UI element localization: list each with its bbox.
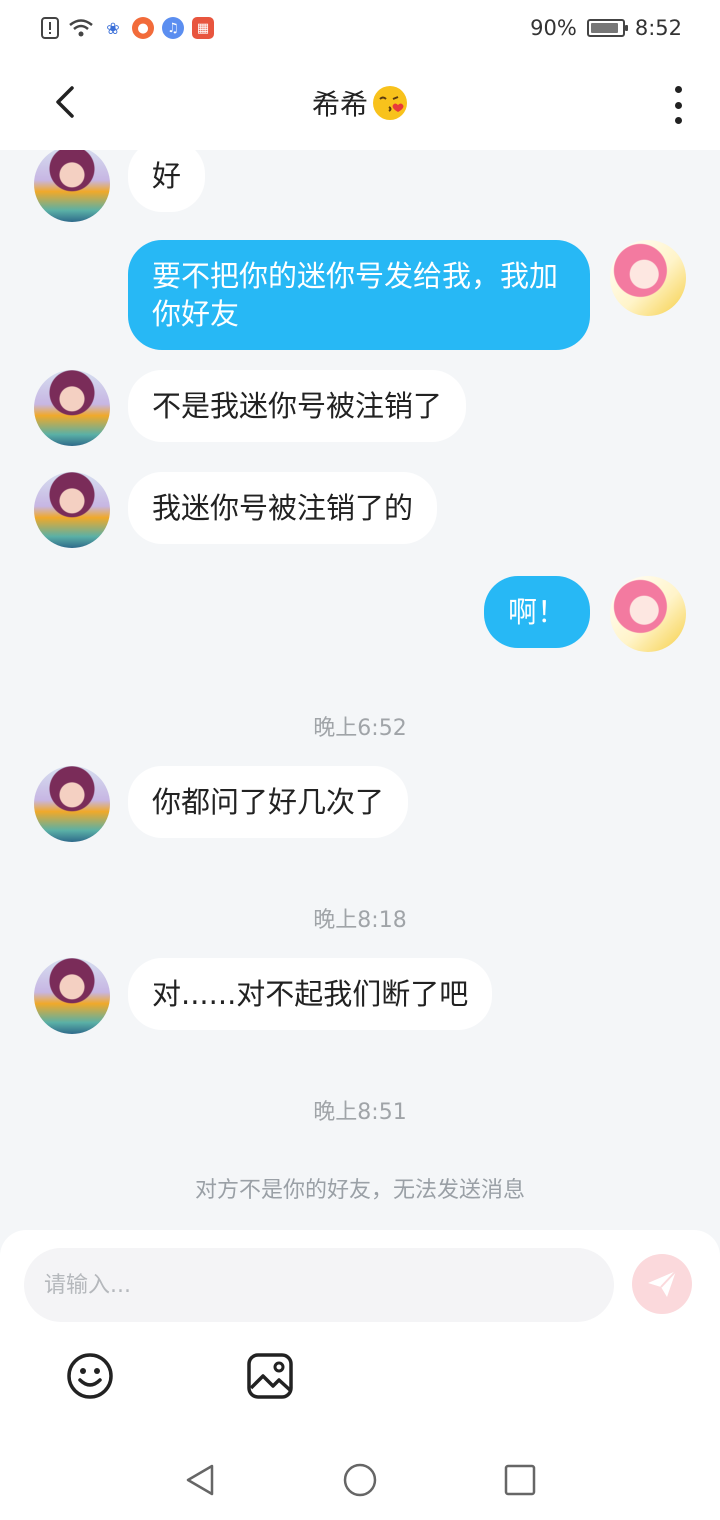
back-arrow-icon[interactable] [48,82,84,122]
not-friend-notice: 对方不是你的好友，无法发送消息 [194,1178,525,1203]
app-icon: ● [132,17,154,39]
clock: 8:52 [634,16,682,40]
my-avatar[interactable] [610,240,686,316]
message-bubble-received[interactable]: 好 [128,150,206,212]
my-avatar[interactable] [610,576,686,652]
emoji-icon[interactable] [66,1352,114,1400]
status-bar: ❀ ● ♫ ▦ 90% 8:52 [0,0,720,56]
timestamp: 晚上8:18 [313,908,407,933]
battery-percent: 90% [530,16,577,40]
status-icons: ❀ ● ♫ ▦ [40,17,214,39]
chat-header: 希希 [0,56,720,150]
timestamp: 晚上6:52 [313,716,407,741]
contact-avatar[interactable] [34,472,110,548]
timestamp: 晚上8:51 [313,1100,407,1125]
contact-avatar[interactable] [34,766,110,842]
contact-avatar[interactable] [34,958,110,1034]
input-panel [0,1230,720,1440]
chat-area[interactable]: 好 要不把你的迷你号发给我，我加你好友 不是我迷你号被注销了 我迷你号被注销了的… [0,150,720,1230]
send-button[interactable] [632,1254,692,1314]
baidu-icon: ❀ [102,17,124,39]
send-icon [648,1270,677,1297]
nav-back-icon[interactable] [182,1462,218,1498]
message-bubble-received[interactable]: 对......对不起我们断了吧 [128,958,493,1030]
message-bubble-sent[interactable]: 啊！ [483,576,590,648]
battery-icon [586,19,628,37]
system-nav-bar [0,1440,720,1520]
contact-name: 希希 [311,88,368,121]
contact-avatar[interactable] [34,370,110,446]
more-options-icon[interactable] [670,86,686,124]
kissing-face-emoji-icon [373,86,407,120]
chat-title: 希希 [312,83,408,123]
wifi-icon [69,19,93,37]
message-bubble-received[interactable]: 你都问了好几次了 [128,766,409,838]
nav-recents-icon[interactable] [502,1462,538,1498]
huawei-icon: ▦ [192,17,214,39]
music-icon: ♫ [162,17,184,39]
message-input[interactable] [24,1248,614,1322]
status-right: 90% 8:52 [530,16,682,40]
message-bubble-sent[interactable]: 要不把你的迷你号发给我，我加你好友 [128,240,590,350]
message-bubble-received[interactable]: 不是我迷你号被注销了 [128,370,467,442]
message-bubble-received[interactable]: 我迷你号被注销了的 [128,472,438,544]
contact-avatar[interactable] [34,150,110,222]
nav-home-icon[interactable] [342,1462,378,1498]
alert-icon [41,17,59,39]
image-icon[interactable] [246,1352,294,1400]
